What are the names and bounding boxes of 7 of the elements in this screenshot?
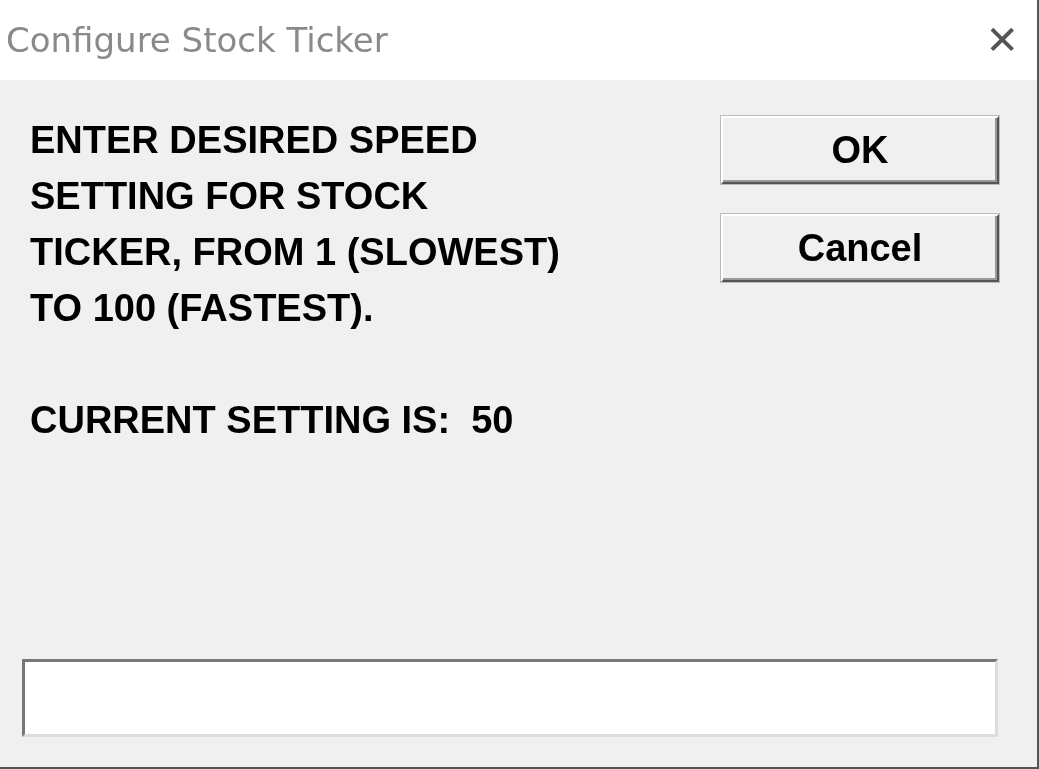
instruction-text: ENTER DESIRED SPEED SETTING FOR STOCK TICKER, FROM 1 (SLOWEST) TO 100 (FASTEST). [30,118,561,331]
input-field[interactable] [22,659,998,737]
window-title: Configure Stock Ticker [6,20,388,60]
current-setting-text: CURRENT SETTING IS: 50 [30,398,515,443]
cancel-button[interactable]: Cancel [721,214,999,282]
ok-button[interactable]: OK [721,116,999,184]
close-button[interactable]: ✕ [985,17,1019,63]
